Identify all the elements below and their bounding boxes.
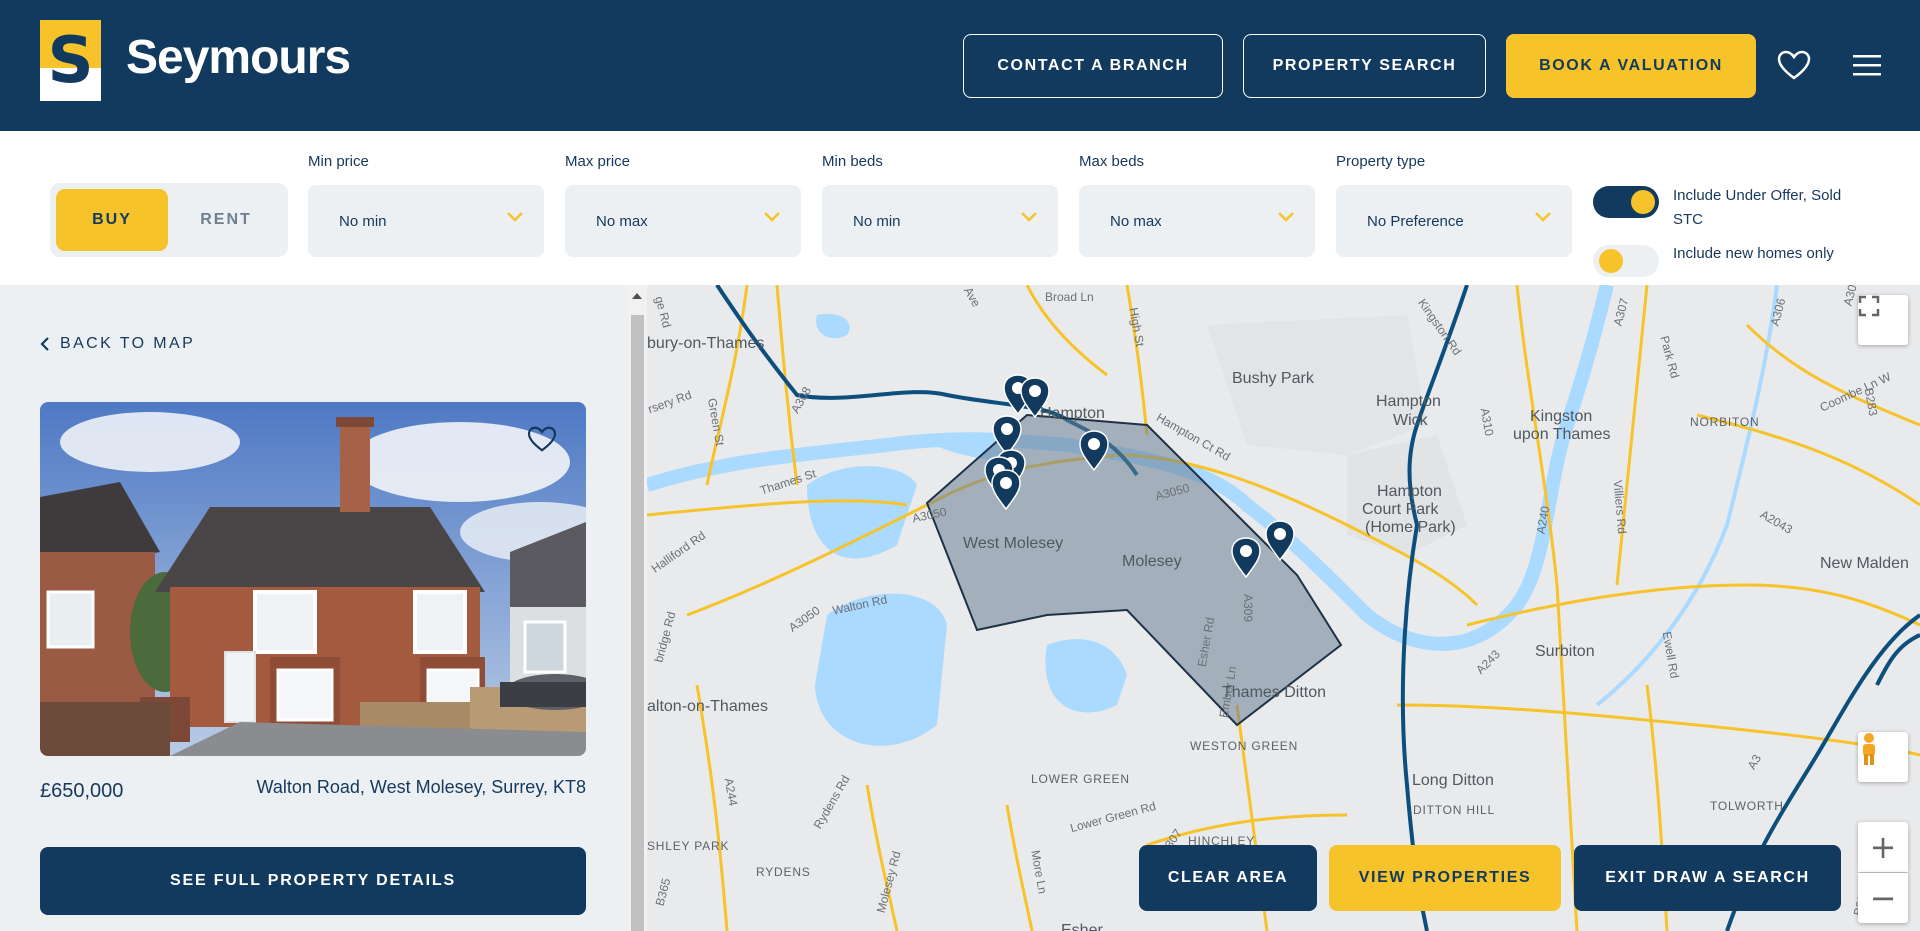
max-price-label: Max price — [565, 153, 631, 170]
max-beds-label: Max beds — [1079, 153, 1145, 170]
map-label: Thames Ditton — [1222, 684, 1327, 701]
see-full-details-button[interactable]: SEE FULL PROPERTY DETAILS — [40, 847, 586, 915]
buy-rent-toggle: BUY RENT — [50, 183, 288, 257]
map-label: SHLEY PARK — [647, 839, 730, 853]
map-label: Esher — [1061, 922, 1103, 931]
map-label: Hampton — [1040, 405, 1105, 422]
property-type-label: Property type — [1336, 153, 1426, 170]
chevron-down-icon — [1535, 212, 1551, 222]
site-header: S Seymours CONTACT A BRANCH PROPERTY SEA… — [0, 0, 1920, 131]
map-label: Kingston — [1530, 408, 1593, 425]
map-label: DITTON HILL — [1413, 803, 1495, 817]
map-label: bury-on-Thames — [647, 335, 765, 352]
chevron-down-icon — [764, 212, 780, 222]
chevron-down-icon — [1278, 212, 1294, 222]
map-label: Surbiton — [1535, 643, 1595, 660]
buy-option[interactable]: BUY — [56, 189, 168, 251]
clear-area-button[interactable]: CLEAR AREA — [1139, 845, 1317, 911]
hamburger-menu-icon[interactable] — [1848, 46, 1886, 84]
property-photo[interactable] — [40, 402, 586, 756]
map-label: Long Ditton — [1412, 772, 1494, 789]
map-label: (Home Park) — [1365, 519, 1456, 536]
book-valuation-button[interactable]: BOOK A VALUATION — [1506, 34, 1756, 98]
map-label: Court Park — [1362, 501, 1439, 518]
back-to-map-link[interactable]: BACK TO MAP — [40, 335, 195, 353]
min-beds-value: No min — [853, 212, 901, 230]
chevron-down-icon — [1021, 212, 1037, 222]
exit-draw-search-button[interactable]: EXIT DRAW A SEARCH — [1574, 845, 1841, 911]
logo-text[interactable]: Seymours — [126, 30, 351, 85]
save-property-heart-icon[interactable] — [527, 426, 563, 462]
contact-branch-button[interactable]: CONTACT A BRANCH — [963, 34, 1223, 98]
view-properties-button[interactable]: VIEW PROPERTIES — [1329, 845, 1561, 911]
min-beds-select[interactable]: No min — [822, 185, 1058, 257]
panel-scrollbar[interactable] — [628, 285, 647, 931]
max-beds-value: No max — [1110, 212, 1162, 230]
new-homes-toggle[interactable] — [1593, 245, 1659, 277]
map-label: RYDENS — [756, 865, 811, 879]
chevron-down-icon — [507, 212, 523, 222]
map-label: LOWER GREEN — [1031, 772, 1130, 786]
scroll-up-arrow-icon[interactable] — [632, 293, 642, 299]
zoom-in-button[interactable]: + — [1858, 822, 1908, 872]
min-beds-label: Min beds — [822, 153, 883, 170]
under-offer-label-line1: Include Under Offer, Sold — [1673, 187, 1842, 204]
zoom-out-button[interactable]: − — [1858, 873, 1908, 923]
min-price-value: No min — [339, 212, 387, 230]
property-address: Walton Road, West Molesey, Surrey, KT8 — [256, 777, 586, 797]
map-label: alton-on-Thames — [647, 698, 768, 715]
map-label: Molesey — [1122, 553, 1182, 570]
toggle-knob — [1599, 249, 1623, 273]
under-offer-label-line2: STC — [1673, 211, 1703, 228]
min-price-label: Min price — [308, 153, 369, 170]
map-label: WESTON GREEN — [1190, 739, 1299, 753]
map-label: TOLWORTH — [1710, 799, 1784, 813]
search-filter-bar: BUY RENT Min price No min Max price No m… — [0, 131, 1920, 285]
map-label: Bushy Park — [1232, 370, 1314, 387]
favourites-heart-icon[interactable] — [1775, 46, 1813, 84]
back-to-map-label: BACK TO MAP — [60, 335, 196, 352]
toggle-knob — [1631, 190, 1655, 214]
under-offer-toggle[interactable] — [1593, 186, 1659, 218]
min-price-select[interactable]: No min — [308, 185, 544, 257]
street-view-pegman-icon[interactable] — [1858, 732, 1908, 782]
map-label: Hampton — [1377, 483, 1442, 500]
property-preview-panel: BACK TO MAP £650,000 Walton Road, West M… — [0, 285, 628, 931]
property-price: £650,000 — [40, 780, 124, 802]
max-price-value: No max — [596, 212, 648, 230]
rent-option[interactable]: RENT — [170, 189, 282, 251]
map-label: A309 — [1241, 593, 1256, 623]
under-offer-label: Include Under Offer, Sold STC — [1673, 184, 1841, 232]
property-type-value: No Preference — [1367, 212, 1464, 230]
map-label: NORBITON — [1690, 415, 1760, 429]
map-label: New Malden — [1820, 555, 1909, 572]
map-label: Broad Ln — [1045, 290, 1094, 304]
map-label: Wick — [1393, 412, 1428, 429]
fullscreen-icon[interactable] — [1858, 295, 1908, 345]
property-search-button[interactable]: PROPERTY SEARCH — [1243, 34, 1486, 98]
chevron-left-icon — [40, 337, 49, 351]
scrollbar-thumb[interactable] — [631, 315, 644, 931]
new-homes-label: Include new homes only — [1673, 245, 1834, 262]
map-label: West Molesey — [963, 535, 1064, 552]
max-beds-select[interactable]: No max — [1079, 185, 1315, 257]
logo-letter: S — [47, 24, 94, 98]
map-view[interactable]: bury-on-Thames Hampton Bushy Park Hampto… — [647, 285, 1920, 931]
property-type-select[interactable]: No Preference — [1336, 185, 1572, 257]
map-label: upon Thames — [1513, 426, 1611, 443]
max-price-select[interactable]: No max — [565, 185, 801, 257]
logo-mark[interactable]: S — [40, 20, 101, 101]
map-label: Hampton — [1376, 393, 1441, 410]
